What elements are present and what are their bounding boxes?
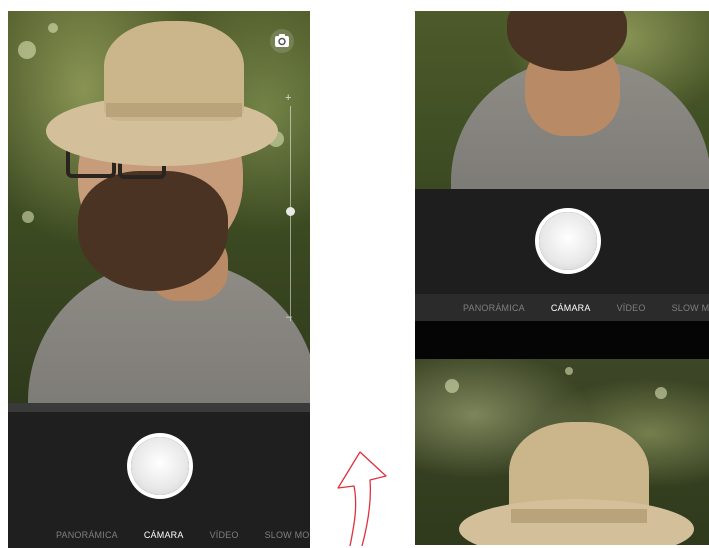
- zoom-plus-label: +: [285, 92, 292, 104]
- bokeh-light: [18, 41, 36, 59]
- viewfinder-divider: [8, 403, 310, 412]
- mode-selector: PANORÁMICA CÁMARA VÍDEO SLOW MOTI: [463, 303, 709, 313]
- mode-selector: PANORÁMICA CÁMARA VÍDEO SLOW MOTIO: [56, 530, 310, 540]
- bokeh-light: [655, 387, 667, 399]
- mode-panoramica[interactable]: PANORÁMICA: [56, 530, 118, 540]
- mode-video[interactable]: VÍDEO: [210, 530, 239, 540]
- camera-viewfinder-photo-bottom: [415, 359, 709, 545]
- mode-video[interactable]: VÍDEO: [617, 303, 646, 313]
- mode-slow-motion[interactable]: SLOW MOTI: [672, 303, 709, 313]
- camera-controls: [415, 189, 709, 294]
- subject-hat-band: [511, 509, 647, 523]
- camera-viewfinder-photo: [8, 11, 310, 421]
- preview-gap: [415, 321, 709, 359]
- zoom-minus-label: –: [286, 311, 293, 323]
- camera-switch-icon[interactable]: [270, 29, 294, 53]
- zoom-slider-thumb[interactable]: [286, 207, 295, 216]
- camera-switch-icon-glyph: [275, 34, 289, 47]
- mode-slow-motion[interactable]: SLOW MOTIO: [265, 530, 310, 540]
- camera-screen-left: + – PANORÁMICA CÁMARA VÍDEO SLOW MOTIO: [8, 11, 310, 548]
- camera-screen-right: PANORÁMICA CÁMARA VÍDEO SLOW MOTI: [415, 11, 709, 545]
- bokeh-light: [22, 211, 34, 223]
- subject-hat-band: [106, 103, 242, 117]
- mode-selector-bar: PANORÁMICA CÁMARA VÍDEO SLOW MOTI: [415, 294, 709, 321]
- camera-controls: PANORÁMICA CÁMARA VÍDEO SLOW MOTIO: [8, 412, 310, 548]
- mode-camara[interactable]: CÁMARA: [551, 303, 591, 313]
- bokeh-light: [445, 379, 459, 393]
- subject-beard: [78, 171, 228, 291]
- mode-camara[interactable]: CÁMARA: [144, 530, 184, 540]
- bokeh-light: [565, 367, 573, 375]
- up-arrow-icon: [337, 451, 387, 546]
- camera-viewfinder-photo-top: [415, 11, 709, 201]
- mode-panoramica[interactable]: PANORÁMICA: [463, 303, 525, 313]
- shutter-button[interactable]: [539, 212, 597, 270]
- bokeh-light: [48, 23, 58, 33]
- shutter-button[interactable]: [131, 437, 189, 495]
